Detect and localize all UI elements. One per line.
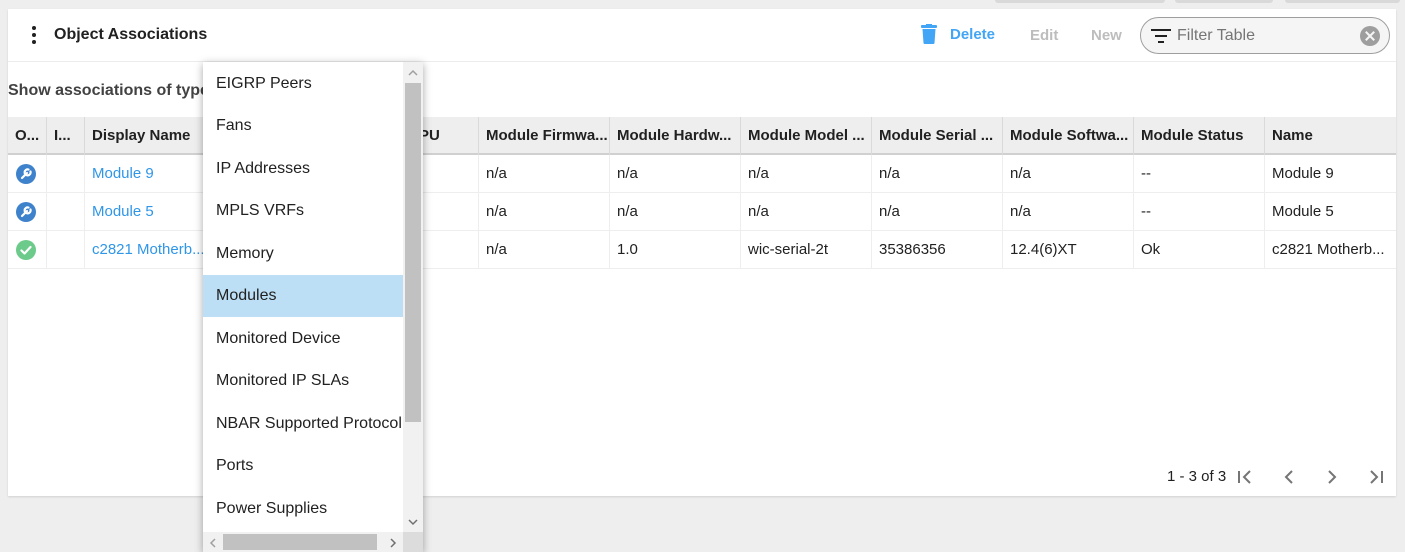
wrench-icon bbox=[16, 164, 36, 184]
trash-icon bbox=[921, 24, 937, 44]
scroll-left-icon[interactable] bbox=[207, 536, 219, 548]
wrench-icon bbox=[16, 202, 36, 222]
column-header[interactable]: Module Serial ... bbox=[871, 117, 1002, 155]
column-header[interactable]: I... bbox=[46, 117, 84, 155]
clear-filter-icon[interactable] bbox=[1360, 26, 1380, 46]
scroll-up-icon[interactable] bbox=[407, 66, 419, 78]
column-header[interactable]: O... bbox=[8, 117, 46, 155]
panel-header: Object Associations Delete Edit New bbox=[8, 9, 1396, 62]
hardware-cell: 1.0 bbox=[609, 231, 740, 269]
filter-table-field bbox=[1140, 17, 1390, 54]
icon-cell bbox=[46, 231, 84, 269]
dropdown-option[interactable]: Memory bbox=[203, 233, 403, 275]
association-type-dropdown[interactable]: EIGRP Peers Fans IP Addresses MPLS VRFs … bbox=[203, 62, 423, 552]
column-header[interactable]: Module Model ... bbox=[740, 117, 871, 155]
module-status-cell: -- bbox=[1133, 193, 1264, 231]
scrollbar-corner bbox=[403, 532, 423, 552]
model-cell: n/a bbox=[740, 193, 871, 231]
dropdown-option-selected[interactable]: Modules bbox=[203, 275, 403, 317]
display-name-link[interactable]: Module 9 bbox=[84, 155, 214, 193]
display-name-link[interactable]: c2821 Motherb... bbox=[84, 231, 214, 269]
top-tab[interactable] bbox=[995, 0, 1165, 3]
hardware-cell: n/a bbox=[609, 193, 740, 231]
new-button[interactable]: New bbox=[1091, 27, 1122, 44]
software-cell: 12.4(6)XT bbox=[1002, 231, 1133, 269]
software-cell: n/a bbox=[1002, 193, 1133, 231]
hardware-cell: n/a bbox=[609, 155, 740, 193]
dropdown-option[interactable]: Monitored Device bbox=[203, 318, 403, 360]
column-header[interactable]: Module Softwa... bbox=[1002, 117, 1133, 155]
check-icon bbox=[16, 240, 36, 260]
serial-cell: n/a bbox=[871, 155, 1002, 193]
dropdown-option[interactable]: Power Supplies bbox=[203, 488, 403, 530]
display-name-link[interactable]: Module 5 bbox=[84, 193, 214, 231]
previous-page-icon[interactable] bbox=[1279, 467, 1299, 487]
serial-cell: n/a bbox=[871, 193, 1002, 231]
model-cell: wic-serial-2t bbox=[740, 231, 871, 269]
horizontal-scrollbar[interactable] bbox=[203, 532, 403, 552]
delete-label: Delete bbox=[950, 25, 996, 43]
association-type-label: Show associations of type: bbox=[8, 82, 215, 99]
horizontal-scroll-thumb[interactable] bbox=[223, 534, 377, 550]
dropdown-option[interactable]: Ports bbox=[203, 445, 403, 487]
kebab-menu-icon[interactable] bbox=[25, 25, 41, 45]
next-page-icon[interactable] bbox=[1322, 467, 1342, 487]
edit-button[interactable]: Edit bbox=[1030, 27, 1058, 44]
dropdown-option[interactable]: NBAR Supported Protocol bbox=[203, 403, 403, 445]
module-status-cell: Ok bbox=[1133, 231, 1264, 269]
column-header[interactable]: Module Firmwa... bbox=[478, 117, 609, 155]
status-cell bbox=[8, 193, 46, 231]
icon-cell bbox=[46, 155, 84, 193]
column-header[interactable]: Module Status bbox=[1133, 117, 1264, 155]
model-cell: n/a bbox=[740, 155, 871, 193]
name-cell: c2821 Motherb... bbox=[1264, 231, 1396, 269]
firmware-cell: n/a bbox=[478, 193, 609, 231]
column-header[interactable]: Display Name bbox=[84, 117, 214, 155]
scroll-right-icon[interactable] bbox=[387, 536, 399, 548]
panel-title: Object Associations bbox=[54, 26, 208, 43]
top-tab[interactable] bbox=[1175, 0, 1273, 3]
first-page-icon[interactable] bbox=[1235, 467, 1255, 487]
column-header[interactable]: Module Hardw... bbox=[609, 117, 740, 155]
dropdown-option[interactable]: IP Addresses bbox=[203, 148, 403, 190]
column-header[interactable]: Name bbox=[1264, 117, 1396, 155]
top-tab-strip bbox=[0, 0, 1405, 8]
filter-icon bbox=[1151, 29, 1171, 43]
top-tab[interactable] bbox=[1285, 0, 1400, 3]
icon-cell bbox=[46, 193, 84, 231]
status-cell bbox=[8, 155, 46, 193]
delete-button[interactable]: Delete bbox=[920, 24, 995, 44]
serial-cell: 35386356 bbox=[871, 231, 1002, 269]
dropdown-option[interactable]: Monitored IP SLAs bbox=[203, 360, 403, 402]
dropdown-option[interactable]: MPLS VRFs bbox=[203, 190, 403, 232]
pagination-range: 1 - 3 of 3 bbox=[1167, 468, 1227, 485]
dropdown-option[interactable]: EIGRP Peers bbox=[203, 63, 403, 105]
firmware-cell: n/a bbox=[478, 231, 609, 269]
last-page-icon[interactable] bbox=[1366, 467, 1386, 487]
module-status-cell: -- bbox=[1133, 155, 1264, 193]
vertical-scrollbar[interactable] bbox=[403, 62, 423, 532]
name-cell: Module 5 bbox=[1264, 193, 1396, 231]
dropdown-option[interactable]: Fans bbox=[203, 105, 403, 147]
scroll-down-icon[interactable] bbox=[407, 515, 419, 527]
name-cell: Module 9 bbox=[1264, 155, 1396, 193]
filter-table-input[interactable] bbox=[1177, 26, 1347, 46]
software-cell: n/a bbox=[1002, 155, 1133, 193]
vertical-scroll-thumb[interactable] bbox=[405, 83, 421, 422]
status-cell bbox=[8, 231, 46, 269]
firmware-cell: n/a bbox=[478, 155, 609, 193]
